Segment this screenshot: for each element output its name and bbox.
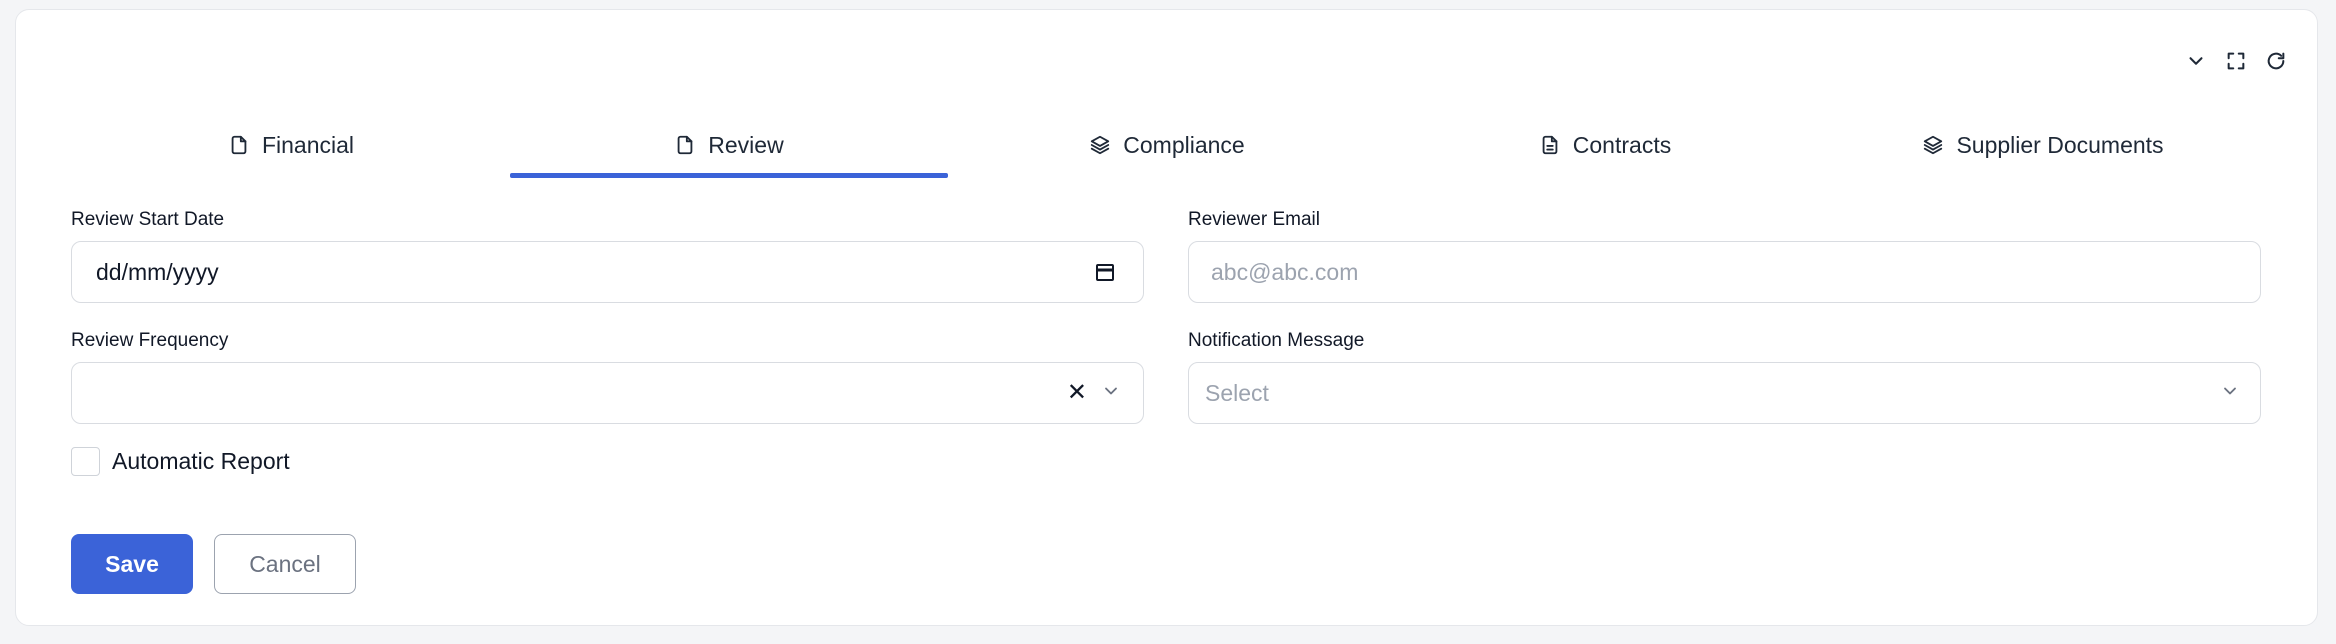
cancel-button[interactable]: Cancel	[214, 534, 356, 594]
automatic-report-label: Automatic Report	[112, 448, 290, 474]
chevron-down-icon[interactable]	[2220, 380, 2240, 407]
tab-financial[interactable]: Financial	[72, 110, 510, 180]
tab-label: Review	[708, 131, 784, 158]
tab-contracts[interactable]: Contracts	[1386, 110, 1824, 180]
collapse-button[interactable]	[2183, 48, 2209, 74]
layers-icon	[1091, 135, 1110, 155]
calendar-icon[interactable]	[1093, 260, 1117, 284]
email-placeholder: abc@abc.com	[1211, 258, 1359, 285]
review-frequency-select[interactable]: ✕	[71, 362, 1144, 424]
chevron-down-icon	[2189, 57, 2203, 65]
review-start-date-label: Review Start Date	[71, 209, 225, 230]
tab-label: Supplier Documents	[1956, 131, 2164, 158]
reviewer-email-label: Reviewer Email	[1188, 209, 1320, 230]
clear-icon[interactable]: ✕	[1067, 381, 1087, 405]
tab-supplier-documents[interactable]: Supplier Documents	[1824, 110, 2262, 180]
save-button[interactable]: Save	[71, 534, 193, 594]
refresh-icon	[2267, 52, 2285, 70]
reviewer-email-field[interactable]: abc@abc.com	[1188, 241, 2261, 303]
automatic-report-checkbox[interactable]	[71, 447, 100, 476]
expand-icon	[2227, 52, 2245, 70]
tab-bar: Financial Review Compliance Contracts Su…	[72, 110, 2262, 180]
tab-label: Financial	[261, 131, 355, 158]
file-icon	[677, 135, 693, 155]
layers-icon	[1924, 135, 1943, 155]
tab-label: Compliance	[1123, 131, 1245, 158]
automatic-report-row: Automatic Report	[71, 447, 290, 476]
fullscreen-button[interactable]	[2223, 48, 2249, 74]
review-settings-card: Financial Review Compliance Contracts Su…	[15, 9, 2318, 626]
review-start-date-input[interactable]: dd/mm/yyyy	[71, 241, 1144, 303]
select-placeholder: Select	[1205, 379, 1269, 406]
tab-label: Contracts	[1572, 131, 1672, 158]
card-toolbar	[2183, 48, 2289, 74]
date-value: dd/mm/yyyy	[96, 258, 219, 285]
file-icon	[231, 135, 247, 155]
review-frequency-label: Review Frequency	[71, 330, 229, 351]
chevron-down-icon[interactable]	[1101, 380, 1121, 407]
notification-message-label: Notification Message	[1188, 330, 1365, 351]
notification-message-select[interactable]: Select	[1188, 362, 2261, 424]
tab-review[interactable]: Review	[510, 110, 948, 180]
file-text-icon	[1542, 135, 1558, 155]
tab-compliance[interactable]: Compliance	[948, 110, 1386, 180]
refresh-button[interactable]	[2263, 48, 2289, 74]
